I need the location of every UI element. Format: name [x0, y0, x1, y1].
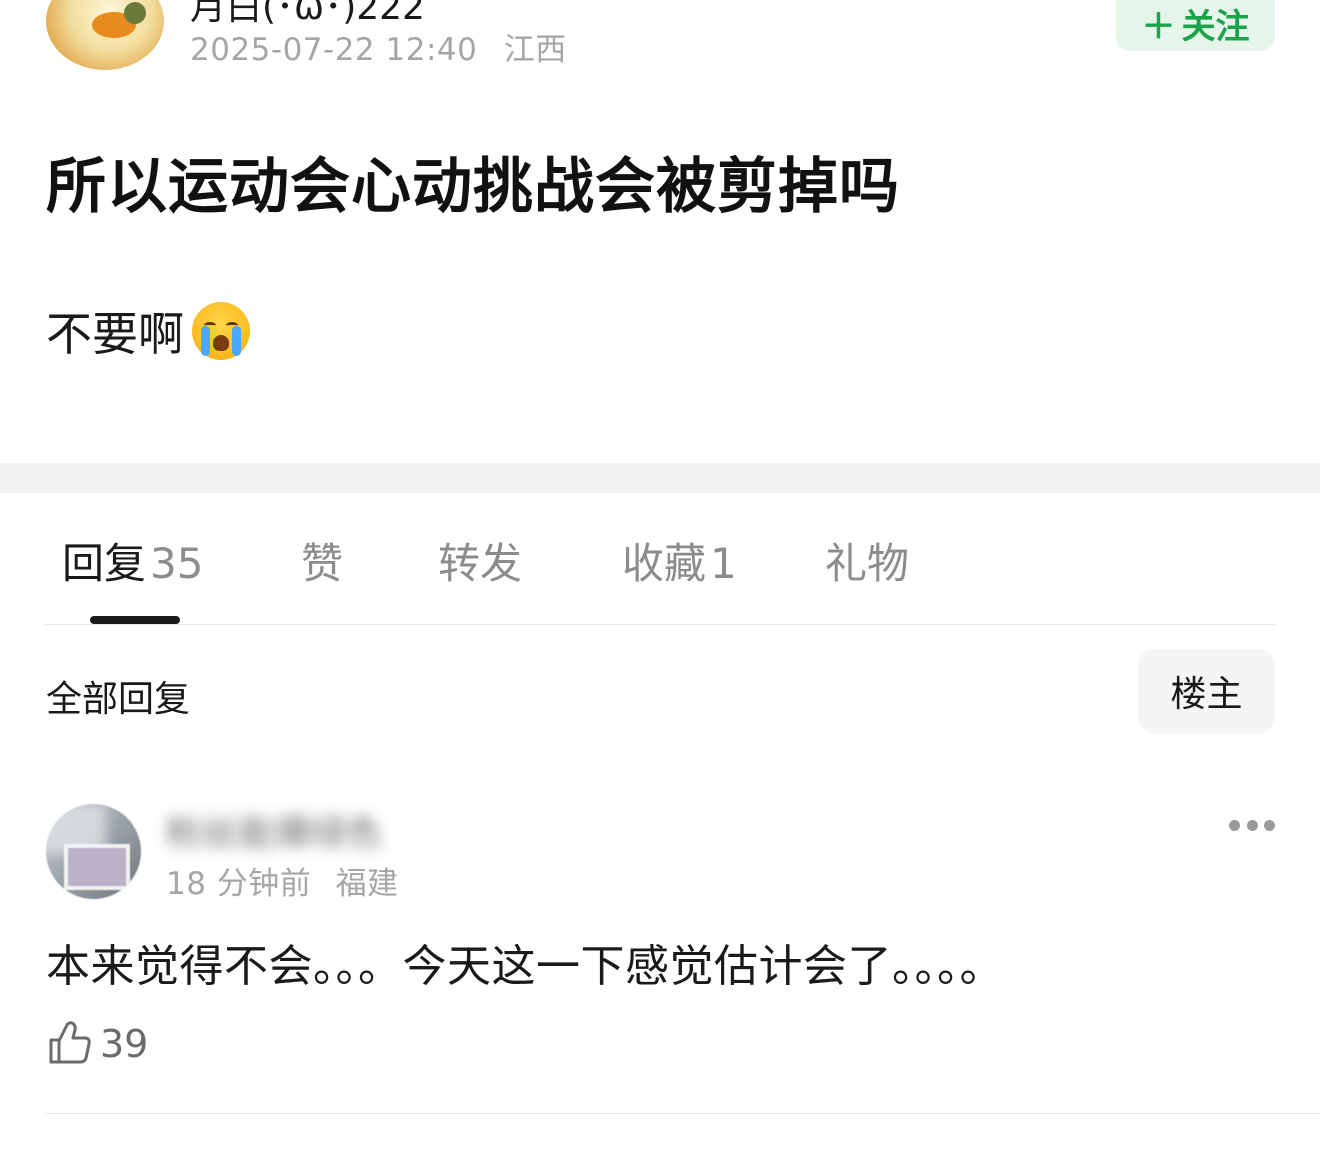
post-meta: 2025-07-22 12:40 江西 [190, 24, 567, 69]
like-count: 39 [100, 1022, 149, 1066]
post-location: 江西 [503, 32, 567, 68]
post-body: 不要啊 [46, 298, 250, 364]
tab-replies[interactable]: 回复35 [62, 530, 203, 591]
post-title: 所以运动会心动挑战会被剪掉吗 [46, 152, 900, 222]
tab-replies-label: 回复 [62, 539, 147, 588]
tab-favorites[interactable]: 收藏1 [622, 530, 737, 591]
tab-favorites-count: 1 [710, 539, 737, 588]
active-tab-indicator [90, 616, 180, 624]
commenter-name[interactable]: 粉丝能爆绿色 [166, 804, 382, 856]
tab-gifts-label: 礼物 [825, 539, 910, 588]
post-timestamp: 2025-07-22 12:40 [190, 32, 478, 68]
follow-plus-icon: ＋ [1141, 7, 1176, 47]
tab-replies-count: 35 [150, 539, 204, 588]
more-icon[interactable] [1229, 820, 1275, 832]
comment-divider [45, 1113, 1320, 1114]
tab-likes-label: 赞 [301, 539, 344, 588]
tab-reposts-label: 转发 [438, 539, 523, 588]
comment-meta: 18 分钟前 福建 [166, 858, 399, 903]
crying-emoji-icon [192, 302, 250, 360]
comment-location: 福建 [335, 866, 399, 902]
tab-reposts[interactable]: 转发 [438, 530, 522, 591]
section-divider [0, 463, 1320, 493]
author-avatar[interactable] [46, 0, 164, 70]
comment-text: 本来觉得不会。。。今天这一下感觉估计会了。。。。 [46, 941, 1004, 992]
all-replies-label[interactable]: 全部回复 [46, 670, 190, 722]
follow-button[interactable]: ＋ 关注 [1116, 0, 1275, 51]
tab-likes[interactable]: 赞 [301, 530, 343, 591]
tab-favorites-label: 收藏 [622, 539, 707, 588]
follow-label: 关注 [1181, 7, 1250, 47]
comment-time: 18 分钟前 [166, 866, 312, 902]
avatar-image-detail-2 [124, 2, 146, 24]
thumbs-up-icon[interactable] [48, 1020, 92, 1066]
tab-gifts[interactable]: 礼物 [825, 530, 909, 591]
op-only-button[interactable]: 楼主 [1138, 649, 1275, 733]
commenter-avatar[interactable] [46, 804, 141, 899]
post-body-text: 不要啊 [46, 307, 184, 361]
tabs-divider [45, 624, 1275, 625]
